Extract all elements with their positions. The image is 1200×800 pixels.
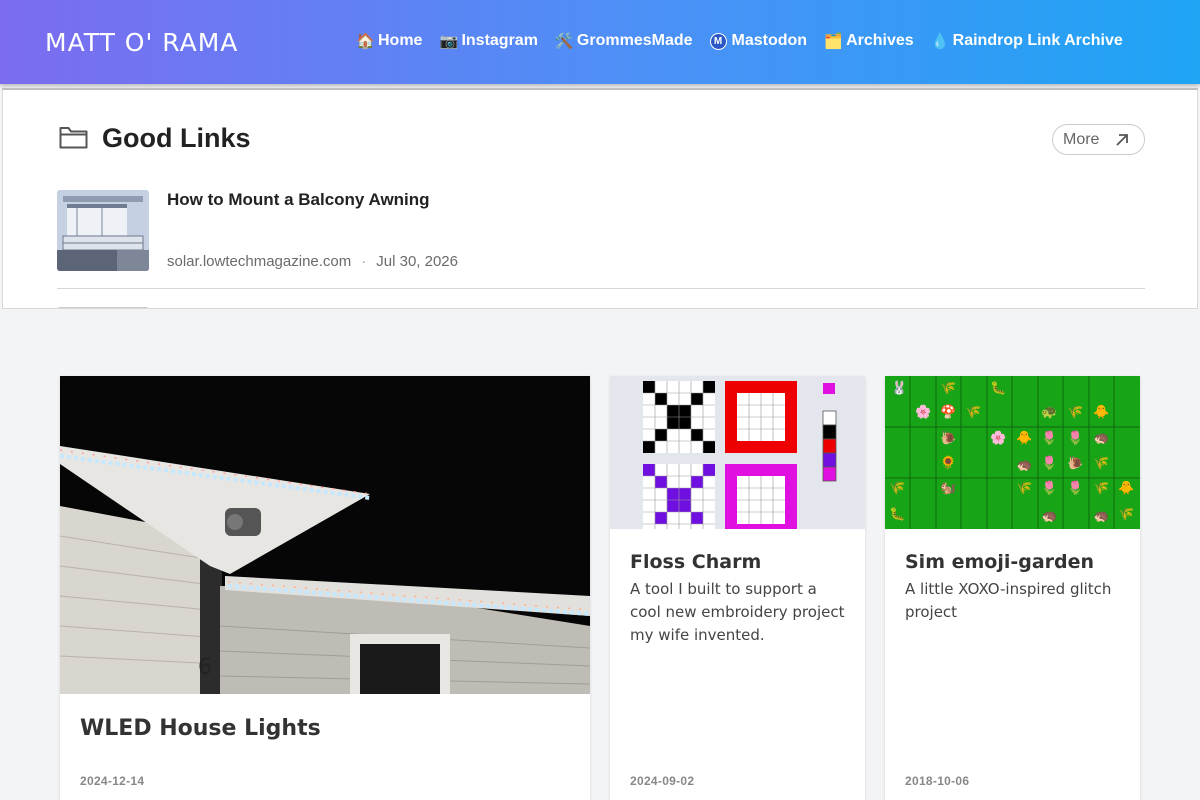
nav-label: Home — [378, 32, 423, 49]
wheat-icon: 🌾 — [965, 404, 982, 419]
project-card[interactable]: Floss Charm A tool I built to support a … — [610, 376, 865, 800]
tulip-icon: 🌷 — [1041, 455, 1058, 470]
nav-label: Mastodon — [731, 32, 808, 49]
nav-label: GrommesMade — [576, 32, 693, 49]
chick-icon: 🐥 — [1093, 404, 1110, 419]
sunflower-icon: 🌻 — [940, 455, 957, 470]
caterpillar-icon: 🐛 — [889, 506, 906, 521]
wheat-icon: 🌾 — [940, 380, 957, 395]
more-label: More — [1063, 130, 1100, 148]
flower-icon: 🌸 — [990, 430, 1007, 445]
link-domain[interactable]: solar.lowtechmagazine.com — [167, 253, 351, 270]
link-thumbnail[interactable] — [57, 307, 149, 308]
wheat-icon: 🌾 — [1093, 480, 1110, 495]
card-title[interactable]: Floss Charm — [630, 551, 761, 573]
nav-archives[interactable]: 🗂️ Archives — [824, 32, 914, 50]
card-date: 2018-10-06 — [905, 774, 970, 788]
main-nav: 🏠 Home 📷 Instagram 🛠️ GrommesMade M Mastodon… — [356, 32, 1140, 50]
tulip-icon: 🌷 — [1041, 480, 1058, 495]
panel-title: Good Links — [102, 123, 251, 153]
nav-label: Instagram — [461, 32, 538, 49]
card-date: 2024-12-14 — [80, 774, 145, 788]
project-image[interactable] — [610, 376, 865, 529]
nav-instagram[interactable]: 📷 Instagram — [439, 32, 537, 50]
nav-grommesmade[interactable]: 🛠️ GrommesMade — [555, 32, 693, 50]
arrow-up-right-icon — [1116, 133, 1129, 146]
tulip-icon: 🌷 — [1067, 480, 1084, 495]
project-card[interactable]: 6 WLED House Lights 2024-12-14 — [60, 376, 590, 800]
snail-icon: 🐌 — [940, 430, 957, 445]
site-header: MATT O' RAMA 🏠 Home 📷 Instagram 🛠️ GrommesM… — [0, 0, 1200, 84]
nav-label: Archives — [846, 32, 914, 49]
wheat-icon: 🌾 — [889, 480, 906, 495]
mastodon-icon: M — [709, 32, 727, 50]
turtle-icon: 🐢 — [1041, 404, 1058, 419]
folder-icon — [59, 127, 88, 149]
hedgehog-icon: 🦔 — [1093, 508, 1110, 523]
house-icon: 🏠 — [356, 33, 375, 50]
wheat-icon: 🌾 — [1067, 404, 1084, 419]
card-index-icon: 🗂️ — [824, 33, 843, 50]
link-thumbnail[interactable] — [57, 190, 149, 271]
project-image[interactable]: 🐰 🌾 🐛 🌸 🍄 🌾 🐢 🌾 🐥 🐌 🌸 🐥 🌷 🌷 🦔 🌻 🦔 🌷 🐌 🌾 … — [885, 376, 1140, 529]
link-meta: solar.lowtechmagazine.com · Jul 30, 2026 — [167, 253, 458, 270]
tools-icon: 🛠️ — [554, 33, 574, 50]
wheat-icon: 🌾 — [1093, 455, 1110, 470]
more-button[interactable]: More — [1052, 124, 1145, 155]
tulip-icon: 🌷 — [1067, 430, 1084, 445]
link-date: Jul 30, 2026 — [376, 253, 458, 270]
hedgehog-icon: 🦔 — [1016, 457, 1033, 472]
project-image[interactable]: 6 — [60, 376, 590, 694]
chick-icon: 🐥 — [1118, 480, 1135, 495]
hedgehog-icon: 🦔 — [1093, 430, 1110, 445]
divider — [57, 288, 1145, 289]
nav-mastodon[interactable]: M Mastodon — [709, 32, 808, 50]
card-title[interactable]: Sim emoji-garden — [905, 551, 1094, 573]
svg-text:6: 6 — [198, 655, 212, 680]
hedgehog-icon: 🦔 — [1041, 508, 1058, 523]
link-title[interactable]: How to Mount a Balcony Awning — [167, 190, 430, 210]
site-brand[interactable]: MATT O' RAMA — [45, 28, 238, 57]
project-card[interactable]: 🐰 🌾 🐛 🌸 🍄 🌾 🐢 🌾 🐥 🐌 🌸 🐥 🌷 🌷 🦔 🌻 🦔 🌷 🐌 🌾 … — [885, 376, 1140, 800]
tulip-icon: 🌷 — [1041, 430, 1058, 445]
wheat-icon: 🌾 — [1016, 480, 1033, 495]
card-date: 2024-09-02 — [630, 774, 695, 788]
nav-home[interactable]: 🏠 Home — [356, 32, 422, 50]
card-title[interactable]: WLED House Lights — [80, 716, 321, 741]
meta-separator: · — [361, 253, 367, 270]
chick-icon: 🐥 — [1016, 430, 1033, 445]
card-description: A little XOXO-inspired glitch project — [905, 580, 1112, 621]
flower-icon: 🌸 — [915, 404, 932, 419]
snail-icon: 🐌 — [1067, 455, 1084, 470]
rabbit-icon: 🐰 — [891, 380, 908, 395]
mushroom-icon: 🍄 — [940, 404, 957, 419]
nav-label: Raindrop Link Archive — [952, 32, 1123, 49]
card-description: A tool I built to support a cool new emb… — [630, 580, 845, 644]
camera-icon: 📷 — [439, 33, 459, 50]
caterpillar-icon: 🐛 — [990, 380, 1007, 395]
nav-raindrop[interactable]: 💧 Raindrop Link Archive — [931, 32, 1123, 50]
wheat-icon: 🌾 — [1118, 506, 1135, 521]
droplet-icon: 💧 — [930, 33, 950, 50]
good-links-panel: Good Links More How to Mount a Balcony A… — [2, 88, 1198, 309]
squirrel-icon: 🐿️ — [940, 480, 957, 495]
